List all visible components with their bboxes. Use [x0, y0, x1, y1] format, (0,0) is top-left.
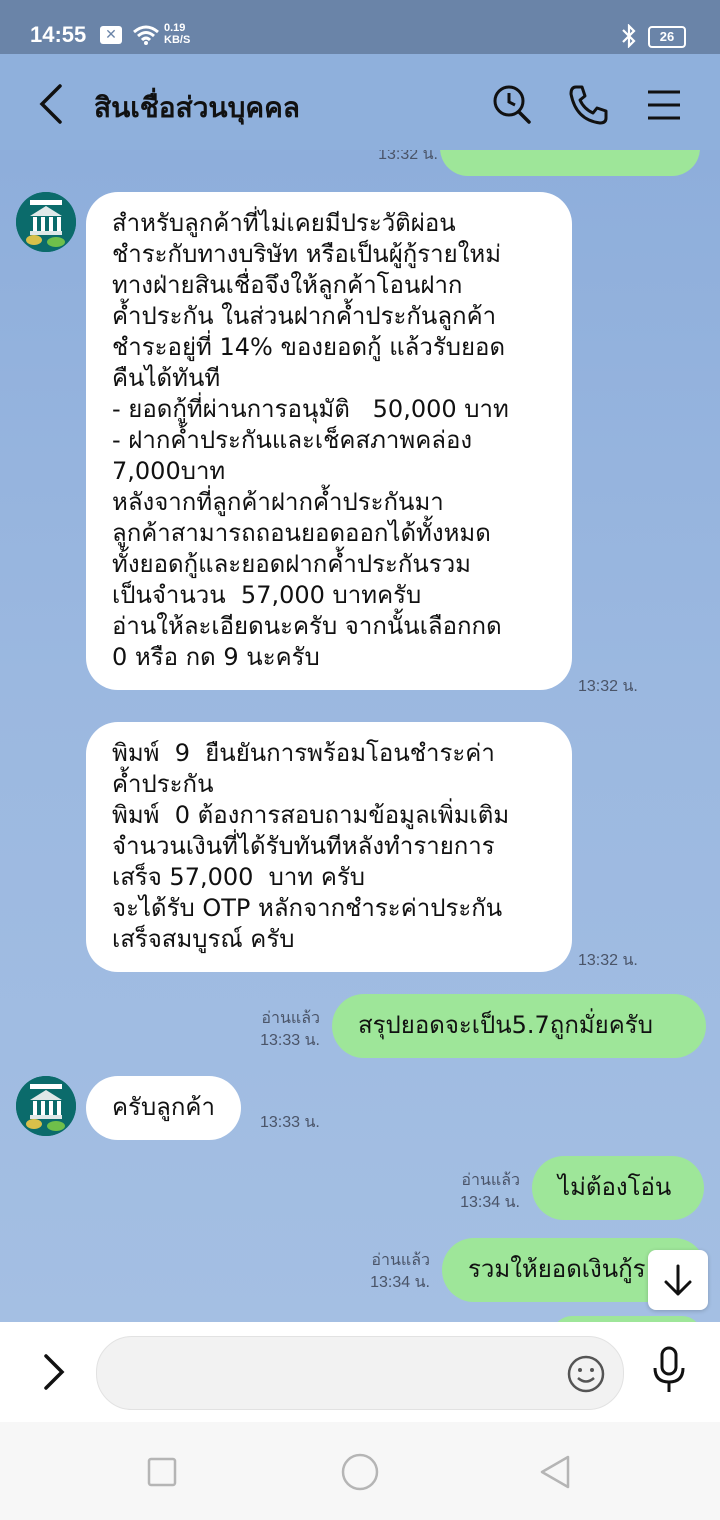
avatar[interactable]	[16, 192, 76, 252]
chat-title: สินเชื่อส่วนบุคคล	[94, 91, 300, 124]
battery-indicator: 26	[648, 26, 686, 48]
bluetooth-icon	[622, 24, 636, 48]
partial-outgoing-bubble	[440, 150, 700, 176]
bank-building-icon	[16, 192, 76, 252]
microphone-icon[interactable]	[652, 1346, 686, 1396]
triangle-back-icon[interactable]	[538, 1454, 572, 1490]
status-bar: 14:55 ✕ 0.19 KB/S 26	[0, 0, 720, 54]
chevron-right-icon[interactable]	[38, 1352, 68, 1392]
search-history-icon[interactable]	[492, 84, 532, 126]
scroll-to-bottom-button[interactable]	[648, 1250, 708, 1310]
menu-icon[interactable]	[646, 84, 682, 126]
message-input-bar	[0, 1322, 720, 1422]
chat-header: สินเชื่อส่วนบุคคล	[0, 54, 720, 162]
notification-x-icon: ✕	[100, 26, 122, 44]
bank-building-icon	[16, 1076, 76, 1136]
read-status: อ่านแล้ว	[261, 1010, 320, 1027]
network-speed: 0.19 KB/S	[164, 22, 190, 46]
read-status: อ่านแล้ว	[371, 1252, 430, 1269]
incoming-message-bubble[interactable]: พิมพ์ 9 ยืนยันการพร้อมโอนชำระค่า ค้ำประก…	[86, 722, 572, 972]
wifi-icon	[133, 25, 159, 45]
avatar[interactable]	[16, 1076, 76, 1136]
partial-timestamp: 13:32 น.	[378, 150, 438, 163]
incoming-message-bubble[interactable]: สำหรับลูกค้าที่ไม่เคยมีประวัติผ่อน ชำระก…	[86, 192, 572, 690]
system-navigation-bar	[0, 1422, 720, 1520]
message-timestamp: 13:33 น.	[260, 1114, 320, 1131]
message-timestamp: 13:32 น.	[578, 678, 638, 695]
incoming-message-bubble[interactable]: ครับลูกค้า	[86, 1076, 241, 1140]
message-timestamp: 13:34 น.	[460, 1194, 520, 1211]
status-time: 14:55	[30, 22, 87, 47]
outgoing-message-bubble[interactable]: ไม่ต้องโอ่น	[532, 1156, 704, 1220]
emoji-icon[interactable]	[566, 1354, 606, 1394]
square-icon[interactable]	[146, 1456, 178, 1488]
network-speed-value: 0.19	[164, 22, 186, 34]
outgoing-message-bubble[interactable]: สรุปยอดจะเป็น5.7ถูกมั่ยครับ	[332, 994, 706, 1058]
circle-icon[interactable]	[340, 1452, 380, 1492]
message-timestamp: 13:32 น.	[578, 952, 638, 969]
back-arrow-icon[interactable]	[36, 82, 66, 126]
message-timestamp: 13:33 น.	[260, 1032, 320, 1049]
chat-area[interactable]: 13:32 น. สำหรับลูกค้าที่ไม่เคยมีประวัติผ…	[0, 150, 720, 1322]
read-status: อ่านแล้ว	[461, 1172, 520, 1189]
message-timestamp: 13:34 น.	[370, 1274, 430, 1291]
phone-icon[interactable]	[568, 84, 608, 126]
network-speed-unit: KB/S	[164, 34, 191, 46]
arrow-down-icon	[664, 1264, 692, 1296]
message-input[interactable]	[96, 1336, 624, 1410]
